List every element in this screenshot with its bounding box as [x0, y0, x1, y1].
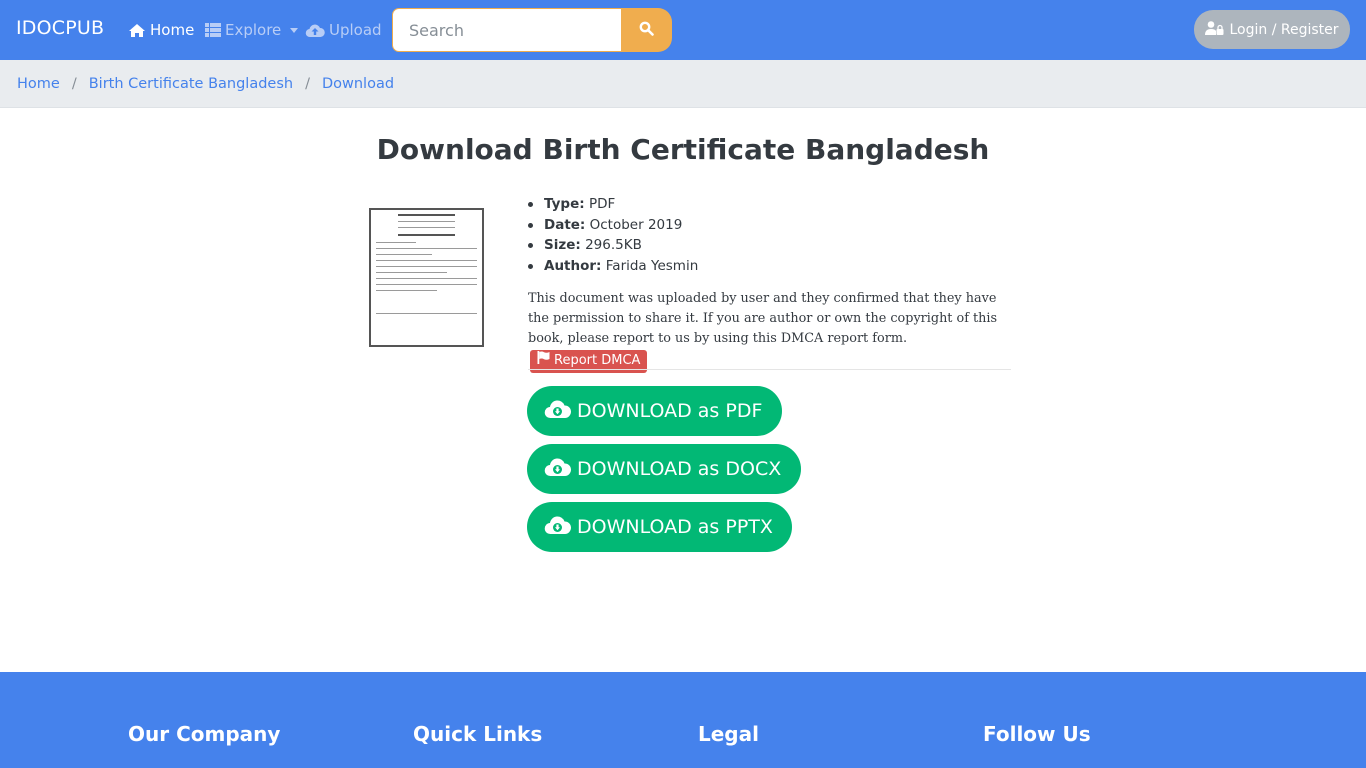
breadcrumb-document[interactable]: Birth Certificate Bangladesh [89, 76, 293, 92]
breadcrumb: Home / Birth Certificate Bangladesh / Do… [0, 60, 1366, 108]
document-thumbnail [369, 208, 484, 347]
top-navbar: IDOCPUB Home Explore Upload Login / Regi… [0, 0, 1366, 60]
nav-explore-dropdown[interactable]: Explore [205, 21, 299, 39]
cloud-download-icon [544, 457, 572, 482]
nav-upload[interactable]: Upload [305, 21, 382, 39]
breadcrumb-separator: / [305, 75, 310, 92]
download-pptx-label: DOWNLOAD as PPTX [577, 516, 773, 538]
dmca-notice: This document was uploaded by user and t… [528, 289, 998, 373]
search-form [392, 8, 672, 52]
breadcrumb-separator: / [71, 75, 77, 92]
cloud-download-icon [544, 399, 572, 424]
document-meta-list: Type: PDF Date: October 2019 Size: 296.5… [528, 194, 698, 276]
login-register-button[interactable]: Login / Register [1194, 10, 1350, 49]
footer: Our Company Quick Links Legal Follow Us [0, 672, 1366, 768]
download-pdf-button[interactable]: DOWNLOAD as PDF [527, 386, 782, 436]
download-docx-label: DOWNLOAD as DOCX [577, 458, 782, 480]
nav-upload-label: Upload [329, 21, 382, 39]
nav-home-label: Home [150, 21, 195, 39]
search-icon [639, 21, 654, 39]
search-button[interactable] [621, 8, 672, 52]
meta-size: Size: 296.5KB [528, 235, 698, 256]
download-docx-button[interactable]: DOWNLOAD as DOCX [527, 444, 801, 494]
login-register-label: Login / Register [1229, 21, 1339, 38]
grid-icon [205, 23, 221, 37]
page-title: Download Birth Certificate Bangladesh [376, 133, 990, 166]
nav-explore-label: Explore [225, 21, 282, 39]
cloud-download-icon [544, 515, 572, 540]
footer-heading-quick-links: Quick Links [413, 722, 543, 746]
footer-heading-our-company: Our Company [128, 722, 281, 746]
brand-logo[interactable]: IDOCPUB [16, 17, 104, 39]
nav-home[interactable]: Home [128, 21, 194, 39]
download-pdf-label: DOWNLOAD as PDF [577, 400, 763, 422]
breadcrumb-download[interactable]: Download [322, 76, 394, 92]
breadcrumb-home[interactable]: Home [17, 76, 60, 92]
user-lock-icon [1205, 20, 1224, 39]
meta-author: Author: Farida Yesmin [528, 256, 698, 277]
footer-heading-follow-us: Follow Us [983, 722, 1091, 746]
cloud-upload-icon [305, 23, 325, 38]
meta-date: Date: October 2019 [528, 215, 698, 236]
home-icon [128, 23, 146, 38]
chevron-down-icon [290, 27, 299, 33]
dmca-notice-text: This document was uploaded by user and t… [528, 291, 998, 347]
download-pptx-button[interactable]: DOWNLOAD as PPTX [527, 502, 792, 552]
meta-type: Type: PDF [528, 194, 698, 215]
footer-heading-legal: Legal [698, 722, 759, 746]
search-input[interactable] [392, 8, 621, 52]
divider [528, 369, 1011, 370]
